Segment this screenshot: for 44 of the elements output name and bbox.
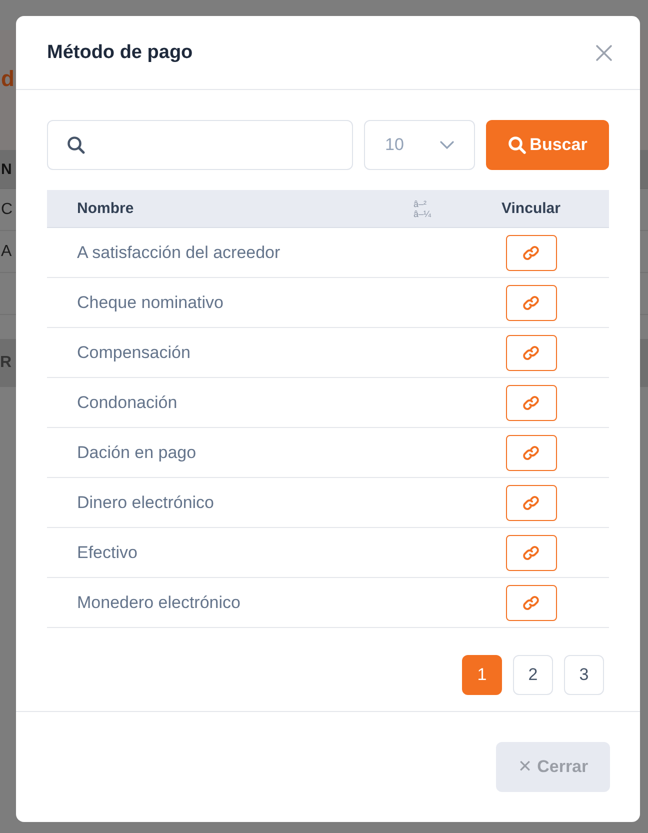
sort-indicator[interactable]: â–² â–¼ [413,198,431,218]
link-button[interactable] [506,484,556,520]
table-cell: Compensación [77,342,190,362]
close-button[interactable]: ✕ Cerrar [496,742,610,792]
link-icon [522,394,540,412]
section-title: R [0,354,12,372]
table-cell: Dinero electrónico [77,492,214,512]
link-icon [522,294,540,312]
link-icon [522,444,540,462]
page-button[interactable]: 1 [462,655,502,695]
table-cell: Monedero electrónico [77,592,240,612]
table-cell: A [1,242,12,260]
search-icon [508,136,526,154]
search-icon [67,136,85,154]
table-cell: C [1,200,13,218]
column-header: Vincular [502,200,560,217]
table-cell: A satisfacción del acreedor [77,242,280,262]
link-button[interactable] [506,334,556,370]
link-icon [522,594,540,612]
link-icon [522,244,540,262]
link-icon [522,344,540,362]
table-cell: Efectivo [77,542,138,562]
chevron-down-icon [440,141,454,149]
link-button[interactable] [506,384,556,420]
search-button[interactable]: Buscar [486,120,609,170]
link-icon [522,544,540,562]
dialog-title: Método de pago [47,42,193,64]
search-field[interactable] [47,120,353,170]
column-header: N [1,160,12,178]
column-header: Nombre [77,200,134,217]
link-button[interactable] [506,434,556,470]
link-button[interactable] [506,284,556,320]
page-button[interactable]: 2 [513,655,553,695]
table-cell: Dación en pago [77,442,196,462]
link-button[interactable] [506,234,556,270]
table-cell: Cheque nominativo [77,292,224,312]
close-icon[interactable] [595,44,613,62]
link-icon [522,494,540,512]
link-button[interactable] [506,584,556,620]
link-button[interactable] [506,534,556,570]
page-button[interactable]: 3 [564,655,604,695]
table-cell: Condonación [77,392,178,412]
page-size-dropdown[interactable]: 10 [364,120,475,170]
page-heading: d [1,66,14,92]
